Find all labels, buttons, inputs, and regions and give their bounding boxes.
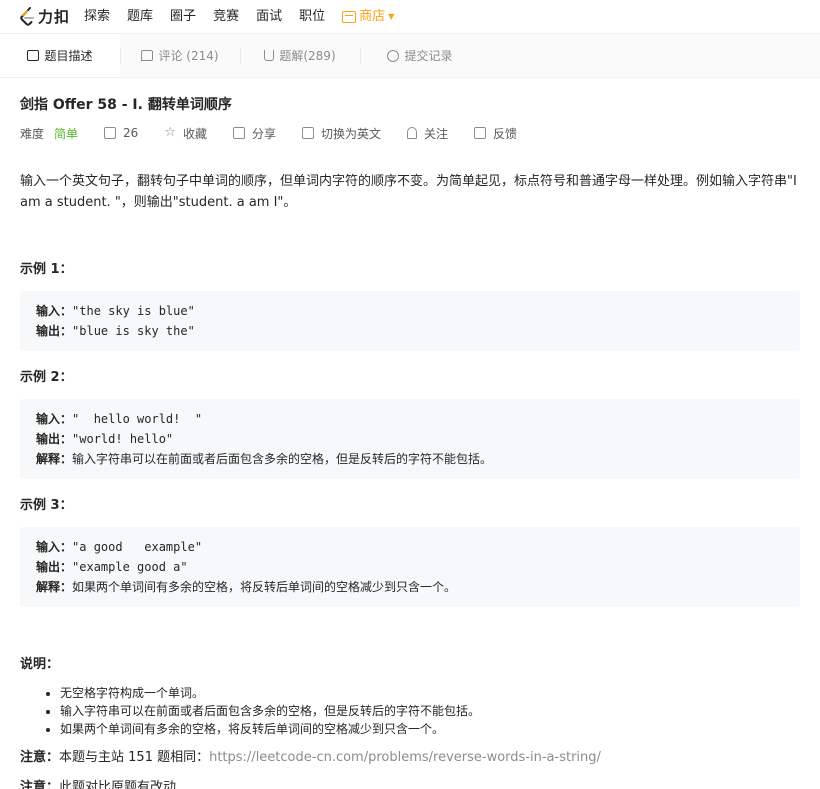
tab-submissions[interactable]: 提交记录 (360, 34, 480, 77)
output-label: 输出： (36, 324, 73, 338)
note-label: 注意： (20, 750, 60, 765)
notes-title: 说明： (20, 657, 60, 672)
example-3-box: 输入："a good example" 输出："example good a" … (20, 527, 800, 607)
tab-description-label: 题目描述 (44, 49, 93, 63)
translate-label: 切换为英文 (321, 126, 382, 141)
notes-list: 无空格字符构成一个单词。 输入字符串可以在前面或者后面包含多余的空格，但是反转后… (20, 684, 800, 738)
example-2-explanation: 解释：输入字符串可以在前面或者后面包含多余的空格，但是反转后的字符不能包括。 (36, 449, 784, 469)
note-label: 注意： (20, 780, 60, 789)
tab-solutions[interactable]: 题解(289) (240, 34, 360, 77)
share-label: 分享 (251, 126, 276, 141)
logo[interactable]: 力扣 (18, 6, 70, 27)
input-label: 输入： (36, 540, 73, 554)
share-button[interactable]: 分享 (232, 125, 276, 142)
nav-problemset[interactable]: 题库 (127, 0, 153, 34)
list-item: 无空格字符构成一个单词。 (60, 684, 800, 702)
example-2-box: 输入：" hello world! " 输出："world! hello" 解释… (20, 399, 800, 479)
document-icon (27, 50, 40, 61)
top-navbar: 力扣 探索 题库 圈子 竞赛 面试 职位 商店 ▼ (0, 0, 820, 34)
output-value: "world! hello" (72, 432, 174, 446)
output-label: 输出： (36, 432, 73, 446)
difficulty-label: 难度 (20, 126, 45, 141)
store-icon (342, 10, 357, 23)
input-value: "a good example" (72, 540, 203, 554)
problem-description: 输入一个英文句子，翻转句子中单词的顺序，但单词内字符的顺序不变。为简单起见，标点… (20, 174, 797, 210)
like-count: 26 (123, 126, 139, 140)
feedback-label: 反馈 (493, 126, 518, 141)
main-problem-link[interactable]: https://leetcode-cn.com/problems/reverse… (209, 750, 601, 765)
favorite-label: 收藏 (182, 126, 207, 141)
nav-explore[interactable]: 探索 (84, 0, 110, 34)
comment-icon (141, 50, 154, 61)
problem-content: 剑指 Offer 58 - I. 翻转单词顺序 难度 简单 26 ☆ 收藏 分享… (0, 94, 820, 789)
follow-button[interactable]: 关注 (407, 125, 448, 142)
difficulty-badge: 简单 (54, 126, 79, 141)
leetcode-logo-icon (20, 6, 34, 26)
brand-name: 力扣 (38, 8, 71, 26)
example-1-input: 输入："the sky is blue" (36, 301, 784, 321)
output-value: "example good a" (72, 560, 188, 574)
example-3-explanation: 解释：如果两个单词间有多余的空格，将反转后单词间的空格减少到只含一个。 (36, 577, 784, 597)
share-icon (232, 127, 245, 139)
thumbs-up-icon (104, 127, 117, 139)
explain-value: 输入字符串可以在前面或者后面包含多余的空格，但是反转后的字符不能包括。 (72, 452, 493, 466)
input-label: 输入： (36, 412, 73, 426)
nav-jobs[interactable]: 职位 (299, 0, 325, 34)
nav-circle[interactable]: 圈子 (170, 0, 196, 34)
tab-description[interactable]: 题目描述 (0, 34, 120, 77)
explain-value: 如果两个单词间有多余的空格，将反转后单词间的空格减少到只含一个。 (72, 580, 457, 594)
explain-label: 解释： (36, 452, 73, 466)
example-3-title: 示例 3： (20, 498, 73, 513)
nav-interview[interactable]: 面试 (256, 0, 282, 34)
problem-meta-bar: 难度 简单 26 ☆ 收藏 分享 切换为英文 关注 反馈 (20, 124, 800, 142)
example-1-box: 输入："the sky is blue" 输出："blue is sky the… (20, 291, 800, 351)
nav-store[interactable]: 商店 ▼ (342, 0, 394, 34)
tab-solutions-label: 题解(289) (279, 49, 336, 63)
translate-button[interactable]: 切换为英文 (302, 125, 381, 142)
clock-icon (387, 49, 400, 62)
input-value: " hello world! " (72, 412, 203, 426)
chevron-down-icon: ▼ (388, 11, 395, 21)
example-3-input: 输入："a good example" (36, 537, 784, 557)
flask-icon (264, 50, 275, 61)
nav-contest[interactable]: 竞赛 (213, 0, 239, 34)
example-1-title: 示例 1： (20, 262, 73, 277)
problem-tabs: 题目描述 评论 (214) 题解(289) 提交记录 (0, 34, 820, 78)
example-3-output: 输出："example good a" (36, 557, 784, 577)
example-1-output: 输出："blue is sky the" (36, 321, 784, 341)
tab-comments[interactable]: 评论 (214) (120, 34, 240, 77)
feedback-button[interactable]: 反馈 (474, 125, 517, 142)
note-text: 此题对比原题有改动 (59, 780, 177, 789)
list-item: 输入字符串可以在前面或者后面包含多余的空格，但是反转后的字符不能包括。 (60, 702, 800, 720)
note-same-as-main: 注意：本题与主站 151 题相同：https://leetcode-cn.com… (20, 748, 800, 768)
output-value: "blue is sky the" (72, 324, 195, 338)
bell-icon (407, 127, 418, 139)
input-value: "the sky is blue" (72, 304, 195, 318)
list-item: 如果两个单词间有多余的空格，将反转后单词间的空格减少到只含一个。 (60, 720, 800, 738)
follow-label: 关注 (424, 126, 449, 141)
example-2-output: 输出："world! hello" (36, 429, 784, 449)
example-2-title: 示例 2： (20, 370, 73, 385)
like-button[interactable]: 26 (104, 126, 138, 140)
explain-label: 解释： (36, 580, 73, 594)
output-label: 输出： (36, 560, 73, 574)
feedback-icon (474, 127, 487, 139)
note-modified: 注意：此题对比原题有改动 (20, 778, 800, 789)
problem-title: 剑指 Offer 58 - I. 翻转单词顺序 (20, 97, 232, 113)
favorite-button[interactable]: ☆ 收藏 (164, 125, 207, 142)
example-2-input: 输入：" hello world! " (36, 409, 784, 429)
star-icon: ☆ (164, 125, 176, 140)
nav-store-label: 商店 (359, 8, 386, 24)
translate-icon (302, 127, 314, 139)
tab-comments-label: 评论 (214) (158, 49, 219, 63)
note-text: 本题与主站 151 题相同： (59, 750, 210, 765)
tab-submissions-label: 提交记录 (404, 49, 453, 63)
input-label: 输入： (36, 304, 73, 318)
